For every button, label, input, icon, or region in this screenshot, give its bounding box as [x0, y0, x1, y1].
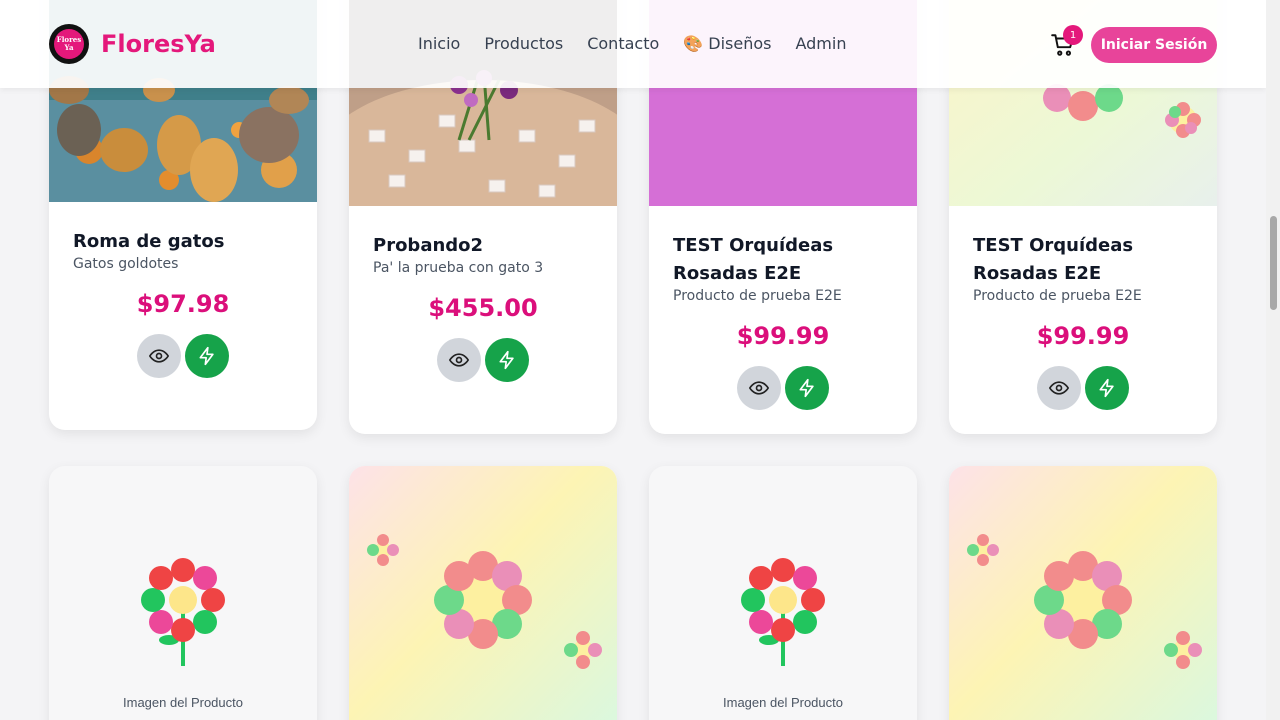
- eye-icon: [449, 353, 469, 367]
- nav-productos[interactable]: Productos: [484, 34, 563, 53]
- lightning-icon: [199, 346, 214, 366]
- buy-now-button[interactable]: [1085, 366, 1129, 410]
- product-card: Imagen del Producto: [649, 466, 917, 720]
- product-actions: [349, 338, 617, 382]
- view-button[interactable]: [437, 338, 481, 382]
- nav-inicio[interactable]: Inicio: [418, 34, 460, 53]
- nav-disenos[interactable]: 🎨 Diseños: [683, 34, 771, 53]
- buy-now-button[interactable]: [185, 334, 229, 378]
- logo-badge: Flores Ya: [54, 29, 84, 59]
- product-title[interactable]: Roma de gatos: [73, 228, 303, 256]
- lightning-icon: [799, 378, 814, 398]
- view-button[interactable]: [737, 366, 781, 410]
- product-price: $99.99: [1036, 322, 1130, 350]
- product-description: Pa' la prueba con gato 3: [373, 260, 544, 276]
- product-price: $99.99: [736, 322, 830, 350]
- product-description: Producto de prueba E2E: [673, 288, 842, 304]
- flower-placeholder-image[interactable]: [649, 466, 917, 720]
- product-card: Imagen del Producto: [49, 466, 317, 720]
- view-button[interactable]: [137, 334, 181, 378]
- product-title[interactable]: Probando2: [373, 232, 603, 260]
- brand-logo[interactable]: Flores Ya: [49, 24, 89, 64]
- eye-icon: [749, 381, 769, 395]
- nav-admin[interactable]: Admin: [795, 34, 846, 53]
- product-title[interactable]: TEST Orquídeas Rosadas E2E: [673, 232, 903, 288]
- nav-contacto[interactable]: Contacto: [587, 34, 659, 53]
- product-price: $97.98: [136, 290, 230, 318]
- buy-now-button[interactable]: [785, 366, 829, 410]
- login-button[interactable]: Iniciar Sesión: [1091, 27, 1217, 63]
- cart-count-badge: 1: [1063, 25, 1083, 45]
- product-description: Gatos goldotes: [73, 256, 179, 272]
- eye-icon: [1049, 381, 1069, 395]
- product-actions: [649, 366, 917, 410]
- flower-placeholder-image[interactable]: [49, 466, 317, 720]
- buy-now-button[interactable]: [485, 338, 529, 382]
- product-description: Producto de prueba E2E: [973, 288, 1142, 304]
- placeholder-label: Imagen del Producto: [123, 695, 243, 710]
- lightning-icon: [1099, 378, 1114, 398]
- brand-name[interactable]: FloresYa: [101, 30, 216, 58]
- product-card: [349, 466, 617, 720]
- flower-placeholder-image[interactable]: [349, 466, 617, 720]
- flower-placeholder-image[interactable]: [949, 466, 1217, 720]
- view-button[interactable]: [1037, 366, 1081, 410]
- main-nav: Inicio Productos Contacto 🎨 Diseños Admi…: [418, 34, 846, 53]
- product-card: [949, 466, 1217, 720]
- site-header: Flores Ya FloresYa Inicio Productos Cont…: [0, 0, 1266, 88]
- product-actions: [949, 366, 1217, 410]
- eye-icon: [149, 349, 169, 363]
- scrollbar-thumb[interactable]: [1270, 216, 1277, 310]
- product-title[interactable]: TEST Orquídeas Rosadas E2E: [973, 232, 1203, 288]
- placeholder-label: Imagen del Producto: [723, 695, 843, 710]
- product-price: $455.00: [428, 294, 538, 322]
- page-scrollbar[interactable]: [1266, 0, 1280, 720]
- lightning-icon: [499, 350, 514, 370]
- product-actions: [49, 334, 317, 378]
